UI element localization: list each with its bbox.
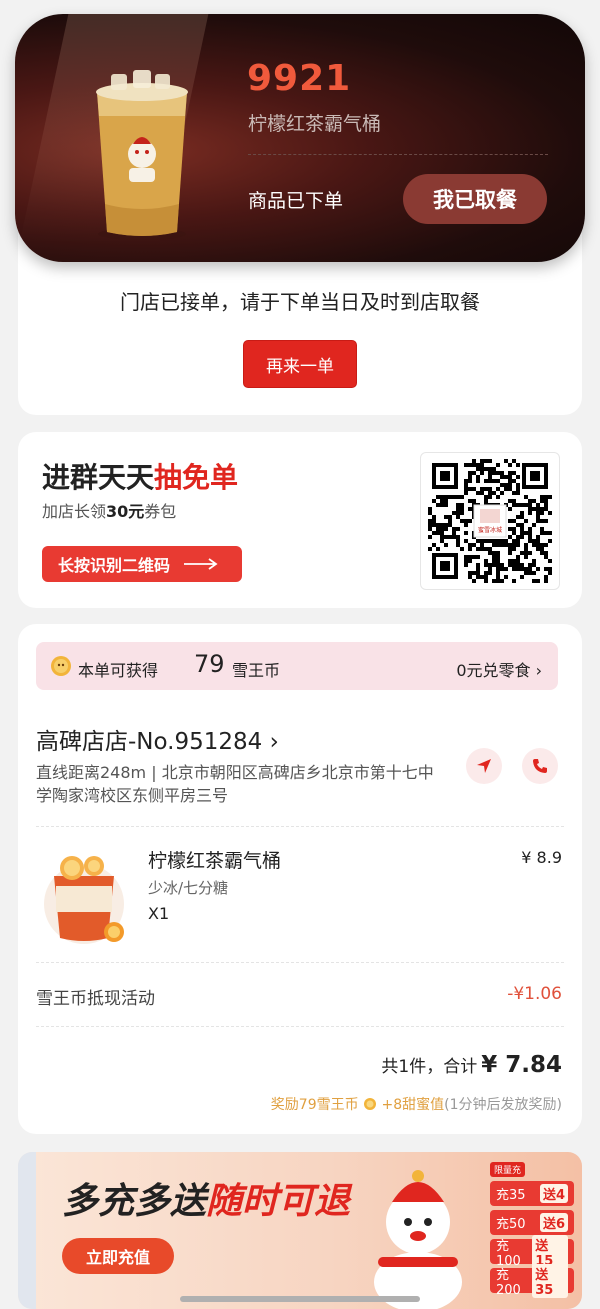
store-name[interactable]: 高碑店店-No.951284 › xyxy=(36,722,279,756)
reorder-button[interactable]: 再来一单 xyxy=(243,340,357,388)
order-status-text: 商品已下单 xyxy=(248,190,344,212)
group-sub-prefix: 加店长领 xyxy=(42,502,107,521)
chevron-right-icon: › xyxy=(535,661,542,680)
phone-icon xyxy=(533,759,547,773)
pickup-notice: 门店已接单，请于下单当日及时到店取餐 xyxy=(120,290,480,314)
store-address: 直线距离248m | 北京市朝阳区高碑店乡北京市第十七中学陶家湾校区东侧平房三号 xyxy=(36,763,434,805)
qr-code-image: 蜜雪冰城 xyxy=(428,459,552,583)
banner-divider xyxy=(248,154,548,155)
chevron-right-icon: › xyxy=(269,729,279,755)
banner-product-name: 柠檬红茶霸气桶 xyxy=(248,113,382,135)
group-sub-suffix: 券包 xyxy=(144,502,177,521)
reward-honey-text: +8甜蜜值 xyxy=(381,1097,445,1113)
order-total: 共1件，合计 ¥ 7.84 xyxy=(381,1052,562,1078)
reward-line: 奖励79雪王币 +8甜蜜值(1分钟后发放奖励) xyxy=(271,1094,562,1114)
coin-earn-suffix: 雪王币 xyxy=(232,661,281,680)
exchange-snack-link[interactable]: 0元兑零食 › xyxy=(456,657,542,681)
tier-tag: 限量充 xyxy=(490,1162,526,1177)
coin-earn-prefix: 本单可获得 xyxy=(78,661,159,680)
group-title-highlight: 抽免单 xyxy=(154,461,239,494)
arrow-right-icon xyxy=(184,558,218,570)
product-quantity: X1 xyxy=(148,904,170,923)
tier-item[interactable]: 充50 送6 xyxy=(490,1210,574,1235)
group-promo-card: 进群天天抽免单 加店长领30元券包 长按识别二维码 蜜雪冰城 xyxy=(18,432,582,608)
tier-give: 送4 xyxy=(539,1184,568,1203)
group-title: 进群天天抽免单 xyxy=(42,456,238,496)
recharge-now-button[interactable]: 立即充值 xyxy=(62,1238,174,1274)
snowman-mascot-image xyxy=(374,1170,462,1309)
total-prefix: 共1件，合计 xyxy=(381,1057,478,1077)
divider xyxy=(36,962,564,963)
scan-qr-label: 长按识别二维码 xyxy=(58,556,171,575)
banner-edge xyxy=(18,1152,36,1309)
group-subtitle: 加店长领30元券包 xyxy=(42,498,176,522)
recharge-promo-banner[interactable]: 多充多送随时可退 立即充值 限量充 充35 送4 充50 送6 充100 送15 充2… xyxy=(18,1152,582,1309)
group-title-prefix: 进群天天 xyxy=(42,461,155,494)
divider xyxy=(36,826,564,827)
order-number: 9921 xyxy=(247,58,352,99)
product-thumbnail xyxy=(44,856,124,944)
coin-earn-amount: 79 xyxy=(194,650,225,678)
qr-code[interactable]: 蜜雪冰城 xyxy=(420,452,560,590)
coin-reward-bar[interactable]: 本单可获得 79 雪王币 0元兑零食 › xyxy=(36,642,558,690)
tier-give: 送35 xyxy=(532,1263,568,1298)
tier-charge: 充200 xyxy=(496,1267,521,1298)
tier-charge: 充50 xyxy=(496,1217,526,1232)
drink-cup-image xyxy=(96,70,188,240)
tier-give: 送6 xyxy=(539,1213,568,1232)
home-indicator[interactable] xyxy=(180,1296,420,1302)
product-price: ¥ 8.9 xyxy=(521,848,562,867)
snow-king-coin-icon xyxy=(51,656,71,676)
tier-item[interactable]: 充100 送15 xyxy=(490,1234,574,1269)
live-activity-banner[interactable]: 9921 柠檬红茶霸气桶 商品已下单 我已取餐 xyxy=(15,14,585,262)
honey-coin-icon xyxy=(364,1098,377,1110)
product-name: 柠檬红茶霸气桶 xyxy=(148,850,282,872)
exchange-label: 0元兑零食 xyxy=(456,661,531,680)
recharge-title-red: 随时可退 xyxy=(206,1181,351,1222)
group-sub-bold: 30元 xyxy=(106,502,145,521)
discount-value: -¥1.06 xyxy=(507,984,562,1004)
discount-label: 雪王币抵现活动 xyxy=(36,989,155,1009)
recharge-tiers: 限量充 充35 送4 充50 送6 充100 送15 充200 送35 xyxy=(490,1158,574,1298)
picked-up-button[interactable]: 我已取餐 xyxy=(403,174,547,224)
call-store-button[interactable] xyxy=(522,748,558,784)
product-spec: 少冰/七分糖 xyxy=(148,879,229,897)
tier-charge: 充35 xyxy=(496,1188,526,1203)
navigate-button[interactable] xyxy=(466,748,502,784)
total-amount: ¥ 7.84 xyxy=(481,1052,562,1078)
reward-note: (1分钟后发放奖励) xyxy=(444,1097,562,1113)
divider xyxy=(36,1026,564,1027)
scan-qr-button[interactable]: 长按识别二维码 xyxy=(42,546,242,582)
recharge-title: 多充多送随时可退 xyxy=(62,1172,350,1224)
qr-logo-text: 蜜雪冰城 xyxy=(478,526,502,534)
tier-item[interactable]: 充200 送35 xyxy=(490,1263,574,1298)
recharge-title-black: 多充多送 xyxy=(62,1181,207,1222)
reward-coins-text: 奖励79雪王币 xyxy=(270,1097,359,1113)
tier-item[interactable]: 充35 送4 xyxy=(490,1181,574,1206)
store-name-text: 高碑店店-No.951284 xyxy=(36,729,263,755)
navigation-arrow-icon xyxy=(477,759,491,773)
order-detail-card: 本单可获得 79 雪王币 0元兑零食 › 高碑店店-No.951284 › 直线… xyxy=(18,624,582,1134)
